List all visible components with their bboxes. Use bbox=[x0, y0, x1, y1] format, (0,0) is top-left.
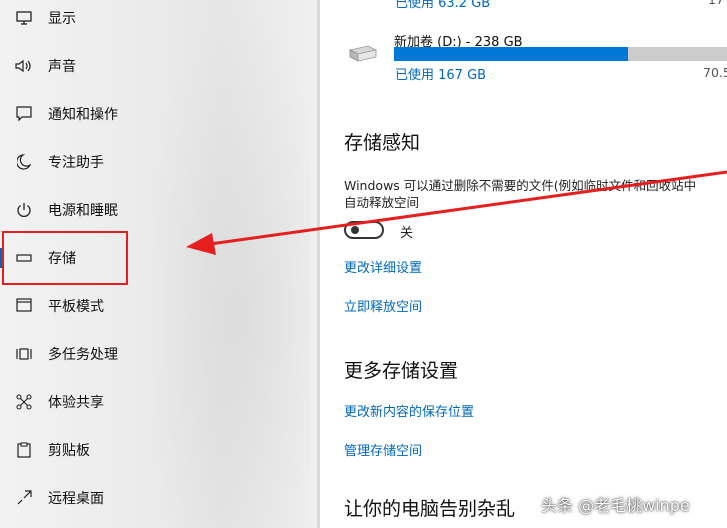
sidebar-item-label: 体验共享 bbox=[48, 395, 104, 411]
d-drive-usage-bar bbox=[394, 47, 727, 61]
tablet-mode-icon bbox=[14, 296, 34, 316]
storage-sense-toggle-state: 关 bbox=[400, 226, 414, 241]
storage-sense-description-line2: 自动释放空间 bbox=[344, 195, 420, 210]
declutter-heading: 让你的电脑告别杂乱 bbox=[344, 498, 516, 520]
d-drive-usage-fill bbox=[394, 47, 628, 61]
annotation-highlight-box bbox=[2, 231, 128, 285]
manage-storage-spaces-link[interactable]: 管理存储空间 bbox=[344, 440, 422, 459]
sidebar-item-label: 通知和操作 bbox=[48, 107, 118, 123]
notification-icon bbox=[14, 104, 34, 124]
sidebar-item-label: 多任务处理 bbox=[48, 347, 118, 363]
sidebar-item-label: 电源和睡眠 bbox=[48, 203, 118, 219]
storage-sense-toggle[interactable] bbox=[344, 221, 384, 239]
sidebar-item-tablet-mode[interactable]: 平板模式 bbox=[0, 282, 318, 330]
sidebar-item-remote-desktop[interactable]: 远程桌面 bbox=[0, 474, 318, 522]
sidebar-item-label: 声音 bbox=[48, 59, 76, 75]
sidebar-item-label: 显示 bbox=[48, 11, 76, 27]
monitor-icon bbox=[14, 8, 34, 28]
free-space-now-link[interactable]: 立即释放空间 bbox=[344, 296, 422, 315]
c-drive-right-text: 17 bbox=[708, 0, 724, 7]
sidebar-item-notifications[interactable]: 通知和操作 bbox=[0, 90, 318, 138]
change-save-location-link[interactable]: 更改新内容的保存位置 bbox=[344, 401, 474, 420]
sidebar-item-label: 平板模式 bbox=[48, 299, 104, 315]
shared-experience-icon bbox=[14, 392, 34, 412]
remote-desktop-icon bbox=[14, 488, 34, 508]
storage-content-pane: 已使用 63.2 GB 17 新加卷 (D:) - 238 GB 已使用 167… bbox=[320, 0, 727, 528]
d-drive-free-text: 70.5 bbox=[703, 65, 727, 80]
change-settings-link[interactable]: 更改详细设置 bbox=[344, 257, 422, 276]
sidebar-item-label: 远程桌面 bbox=[48, 491, 104, 507]
d-drive-used-text: 已使用 167 GB bbox=[395, 68, 487, 83]
power-icon bbox=[14, 200, 34, 220]
moon-icon bbox=[14, 152, 34, 172]
sidebar-item-focus-assist[interactable]: 专注助手 bbox=[0, 138, 318, 186]
more-storage-settings-heading: 更多存储设置 bbox=[344, 360, 459, 382]
sidebar-item-clipboard[interactable]: 剪贴板 bbox=[0, 426, 318, 474]
sidebar-item-shared-experiences[interactable]: 体验共享 bbox=[0, 378, 318, 426]
toggle-knob bbox=[351, 226, 359, 234]
sidebar-item-label: 专注助手 bbox=[48, 155, 104, 171]
watermark-text: 头条 @老毛桃winpe bbox=[541, 496, 690, 515]
sidebar-item-multitasking[interactable]: 多任务处理 bbox=[0, 330, 318, 378]
clipboard-icon bbox=[14, 440, 34, 460]
storage-sense-heading: 存储感知 bbox=[344, 132, 421, 154]
sidebar-item-label: 剪贴板 bbox=[48, 443, 90, 459]
multitasking-icon bbox=[14, 344, 34, 364]
hard-drive-icon[interactable] bbox=[346, 44, 378, 68]
c-drive-used-text: 已使用 63.2 GB bbox=[395, 0, 491, 11]
speaker-icon bbox=[14, 56, 34, 76]
sidebar-item-display[interactable]: 显示 bbox=[0, 0, 318, 42]
sidebar-item-power-sleep[interactable]: 电源和睡眠 bbox=[0, 186, 318, 234]
sidebar-item-sound[interactable]: 声音 bbox=[0, 42, 318, 90]
